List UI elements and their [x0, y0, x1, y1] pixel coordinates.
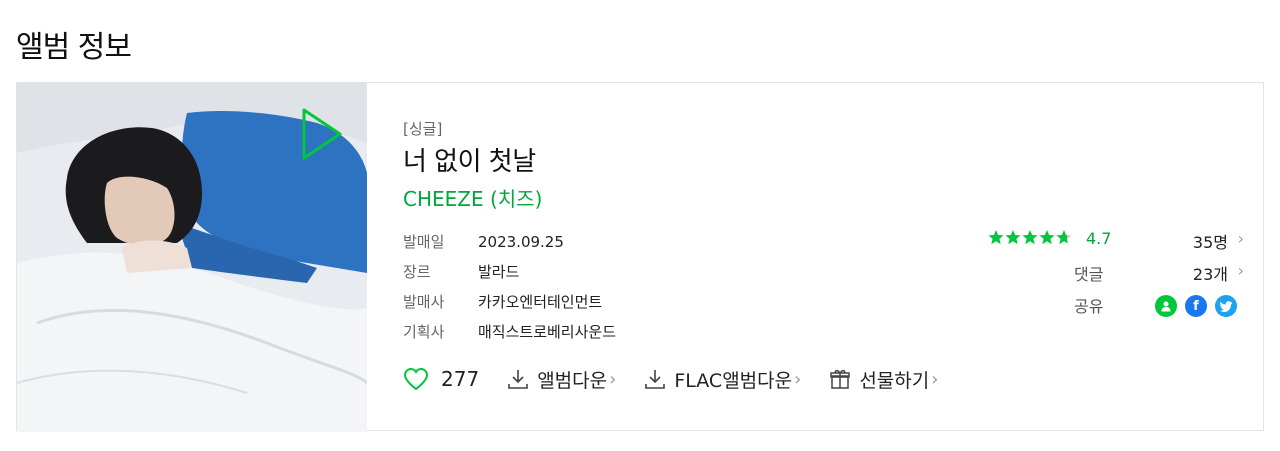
rating-people[interactable]: 35명 [1193, 229, 1228, 253]
share-label: 공유 [1074, 297, 1104, 316]
album-cover[interactable] [17, 83, 367, 432]
album-meta: 발매일 2023.09.25 장르 발라드 발매사 카카오엔터테인먼트 기획사 … [403, 231, 616, 351]
comment-label: 댓글 [1074, 265, 1104, 284]
meta-key: 발매사 [403, 293, 445, 311]
album-title: 너 없이 첫날 [403, 147, 536, 177]
share-buttons: f [1155, 295, 1237, 317]
comment-row: 댓글 23개 › [988, 261, 1248, 293]
meta-value: 매직스트로베리사운드 [478, 323, 617, 341]
download-icon [645, 370, 666, 389]
album-stats: 4.7 35명 › 댓글 23개 › 공유 f [988, 229, 1248, 325]
meta-row-genre: 장르 발라드 [403, 261, 616, 291]
album-download-button[interactable]: 앨범다운 › [507, 366, 616, 393]
facebook-icon[interactable]: f [1185, 295, 1207, 317]
page-title: 앨범 정보 [16, 30, 132, 65]
meta-key: 발매일 [403, 233, 445, 251]
share-row: 공유 f [988, 293, 1248, 325]
meta-row-agency: 기획사 매직스트로베리사운드 [403, 321, 616, 351]
flac-download-button[interactable]: FLAC앨범다운 › [644, 366, 801, 393]
album-type: [싱글] [403, 120, 443, 138]
meta-key: 장르 [403, 263, 431, 281]
meta-row-publisher: 발매사 카카오엔터테인먼트 [403, 291, 616, 321]
chevron-right-icon: › [609, 368, 617, 390]
like-button[interactable]: 277 [403, 367, 479, 391]
comment-count[interactable]: 23개 [1193, 261, 1228, 285]
artist-link[interactable]: CHEEZE (치즈) [403, 183, 542, 212]
download-icon [508, 370, 528, 389]
album-actions: 277 앨범다운 › FLAC앨범다운 › 선물하기 › [403, 365, 966, 393]
meta-value: 카카오엔터테인먼트 [478, 293, 603, 311]
play-icon[interactable] [300, 106, 344, 162]
chevron-right-icon: › [931, 368, 939, 390]
album-info-card: [싱글] 너 없이 첫날 CHEEZE (치즈) 발매일 2023.09.25 … [16, 82, 1264, 432]
chevron-right-icon: › [794, 368, 802, 390]
heart-icon [403, 367, 429, 391]
gift-label: 선물하기 [859, 369, 930, 392]
flac-download-label: FLAC앨범다운 [674, 369, 793, 392]
kakao-share-icon[interactable] [1155, 295, 1177, 317]
rating-stars [988, 229, 1076, 247]
album-download-label: 앨범다운 [537, 369, 608, 392]
star-icon [988, 230, 1072, 245]
rating-value: 4.7 [1086, 229, 1112, 248]
rating-row: 4.7 35명 › [988, 229, 1248, 261]
meta-value: 발라드 [478, 263, 520, 281]
album-details: [싱글] 너 없이 첫날 CHEEZE (치즈) 발매일 2023.09.25 … [403, 83, 1263, 430]
gift-icon [830, 369, 851, 389]
chevron-right-icon: › [1237, 261, 1244, 280]
meta-row-release-date: 발매일 2023.09.25 [403, 231, 616, 261]
like-count: 277 [441, 367, 480, 391]
gift-button[interactable]: 선물하기 › [829, 366, 938, 393]
twitter-icon[interactable] [1215, 295, 1237, 317]
chevron-right-icon: › [1237, 229, 1244, 248]
meta-key: 기획사 [403, 323, 445, 341]
meta-value: 2023.09.25 [478, 233, 564, 251]
